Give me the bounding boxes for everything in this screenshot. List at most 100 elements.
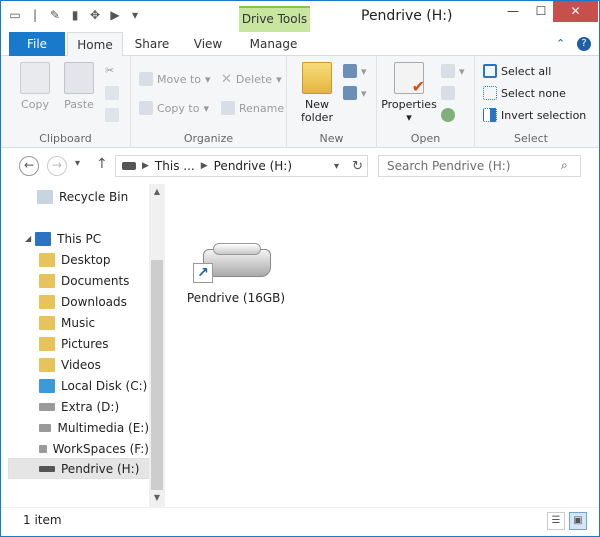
history-button[interactable] xyxy=(441,108,455,122)
tab-file[interactable]: File xyxy=(9,32,65,56)
nav-downloads[interactable]: Downloads xyxy=(39,291,149,312)
up-button[interactable]: ↑ xyxy=(96,156,108,172)
drive-item[interactable]: ↗ Pendrive (16GB) xyxy=(186,239,286,305)
nav-this-pc[interactable]: ◢ This PC xyxy=(25,228,149,249)
move-to-button[interactable]: Move to ▾ xyxy=(139,72,211,86)
properties-button[interactable]: ✔ Properties ▾ xyxy=(381,62,437,124)
nav-extra-d[interactable]: Extra (D:) xyxy=(39,396,149,417)
folder-icon xyxy=(302,62,332,94)
delete-button[interactable]: ✕ Delete ▾ xyxy=(221,72,282,87)
desktop-folder-icon xyxy=(39,252,55,267)
new-item-button[interactable]: ▾ xyxy=(343,64,367,78)
properties-icon: ✔ xyxy=(394,62,425,95)
nav-pendrive-h[interactable]: Pendrive (H:) xyxy=(8,458,149,479)
folder-icon[interactable]: ▮ xyxy=(67,7,83,23)
forward-button[interactable]: → xyxy=(47,156,67,176)
copy-path-button[interactable] xyxy=(105,86,119,100)
grid-icon[interactable]: ✥ xyxy=(87,7,103,23)
nav-scrollbar[interactable]: ▲ ▼ xyxy=(149,184,165,507)
nav-desktop[interactable]: Desktop xyxy=(39,249,149,270)
large-icons-view-icon[interactable]: ▣ xyxy=(569,512,587,530)
back-button[interactable]: ← xyxy=(19,156,39,176)
chevron-right-icon: ▶ xyxy=(200,161,208,171)
removable-drive-icon: ↗ xyxy=(191,239,281,287)
copy-to-label: Copy to xyxy=(157,101,200,115)
copy-button[interactable]: Copy xyxy=(15,62,55,111)
refresh-icon[interactable]: ↻ xyxy=(352,159,363,174)
nav-pictures[interactable]: Pictures xyxy=(39,333,149,354)
nav-recycle-bin[interactable]: Recycle Bin xyxy=(37,186,149,207)
breadcrumb-this-pc[interactable]: This ... xyxy=(155,159,195,173)
invert-selection-icon xyxy=(483,108,497,122)
select-all-icon xyxy=(483,64,497,78)
rename-icon xyxy=(221,101,235,115)
paste-shortcut-icon xyxy=(105,108,119,122)
select-label: Select xyxy=(514,132,548,145)
open-button[interactable]: ▾ xyxy=(441,64,465,78)
new-item-icon xyxy=(343,64,357,78)
tab-share[interactable]: Share xyxy=(127,32,177,56)
nav-multimedia-e[interactable]: Multimedia (E:) xyxy=(39,417,149,438)
breadcrumb-pendrive[interactable]: Pendrive (H:) xyxy=(214,159,292,173)
window-title: Pendrive (H:) xyxy=(361,8,453,24)
close-button[interactable]: ✕ xyxy=(553,1,598,22)
nav-label: Videos xyxy=(61,357,101,372)
maximize-button[interactable]: ☐ xyxy=(527,1,555,22)
minimize-button[interactable]: — xyxy=(499,1,527,22)
new-folder-button[interactable]: New folder xyxy=(295,62,339,124)
address-bar-row: ← → ▾ ↑ ▶ This ... ▶ Pendrive (H:) ▾ ↻ S… xyxy=(1,148,599,184)
copy-path-icon xyxy=(105,86,119,100)
invert-selection-button[interactable]: Invert selection xyxy=(483,108,586,122)
new-label: New xyxy=(319,132,344,145)
new-group: New folder ▾ ▾ New xyxy=(287,56,377,148)
select-none-button[interactable]: Select none xyxy=(483,86,566,100)
dropdown-icon[interactable]: ▾ xyxy=(127,7,143,23)
select-none-label: Select none xyxy=(501,86,566,100)
tab-home[interactable]: Home xyxy=(67,32,123,57)
nav-videos[interactable]: Videos xyxy=(39,354,149,375)
nav-label: Music xyxy=(61,315,96,330)
address-dropdown-icon[interactable]: ▾ xyxy=(334,161,339,172)
title-bar: ▭ | ✎ ▮ ✥ ▶ ▾ Drive Tools Pendrive (H:) … xyxy=(1,1,599,32)
collapse-ribbon-icon[interactable]: ⌃ xyxy=(556,37,565,50)
tab-view[interactable]: View xyxy=(183,32,233,56)
ribbon-tab-bar: File Home Share View Manage ⌃ ? xyxy=(1,32,599,57)
drive-icon[interactable]: ▭ xyxy=(7,7,23,23)
recent-locations-icon[interactable]: ▾ xyxy=(75,158,80,169)
copy-label: Copy xyxy=(21,98,49,111)
drive-tools-context-tab: Drive Tools xyxy=(239,6,310,32)
select-all-button[interactable]: Select all xyxy=(483,64,551,78)
edit-button[interactable] xyxy=(441,86,455,100)
search-input[interactable]: Search Pendrive (H:) xyxy=(378,155,581,177)
easy-access-button[interactable]: ▾ xyxy=(343,86,367,100)
cut-button[interactable]: ✂ xyxy=(105,64,114,77)
nav-label: This PC xyxy=(57,231,102,246)
nav-workspaces-f[interactable]: WorkSpaces (F:) xyxy=(39,438,149,459)
nav-local-disk-c[interactable]: Local Disk (C:) xyxy=(39,375,149,396)
tab-manage[interactable]: Manage xyxy=(241,32,306,56)
paste-label: Paste xyxy=(64,98,94,111)
help-icon[interactable]: ? xyxy=(577,37,591,51)
usb-drive-icon xyxy=(39,465,55,472)
nav-music[interactable]: Music xyxy=(39,312,149,333)
scroll-down-icon[interactable]: ▼ xyxy=(149,490,165,506)
scroll-up-icon[interactable]: ▲ xyxy=(149,184,165,200)
file-list[interactable]: ↗ Pendrive (16GB) xyxy=(166,184,599,507)
details-view-icon[interactable]: ☰ xyxy=(547,512,565,530)
chevron-right-icon: ▶ xyxy=(142,161,149,171)
delete-icon: ✕ xyxy=(221,72,232,87)
play-icon[interactable]: ▶ xyxy=(107,7,123,23)
rename-button[interactable]: Rename xyxy=(221,101,284,115)
select-group: Select all Select none Invert selection … xyxy=(475,56,587,148)
scrollbar-thumb[interactable] xyxy=(151,260,163,490)
properties-icon[interactable]: ✎ xyxy=(47,7,63,23)
move-to-icon xyxy=(139,72,153,86)
paste-button[interactable]: Paste xyxy=(59,62,99,111)
copy-to-button[interactable]: Copy to ▾ xyxy=(139,101,209,115)
computer-icon xyxy=(35,231,52,246)
nav-documents[interactable]: Documents xyxy=(39,270,149,291)
paste-shortcut-button[interactable] xyxy=(105,108,119,122)
nav-label: Desktop xyxy=(61,252,111,267)
address-box[interactable]: ▶ This ... ▶ Pendrive (H:) ▾ ↻ xyxy=(115,155,368,177)
status-bar: 1 item ☰ ▣ xyxy=(1,507,599,536)
